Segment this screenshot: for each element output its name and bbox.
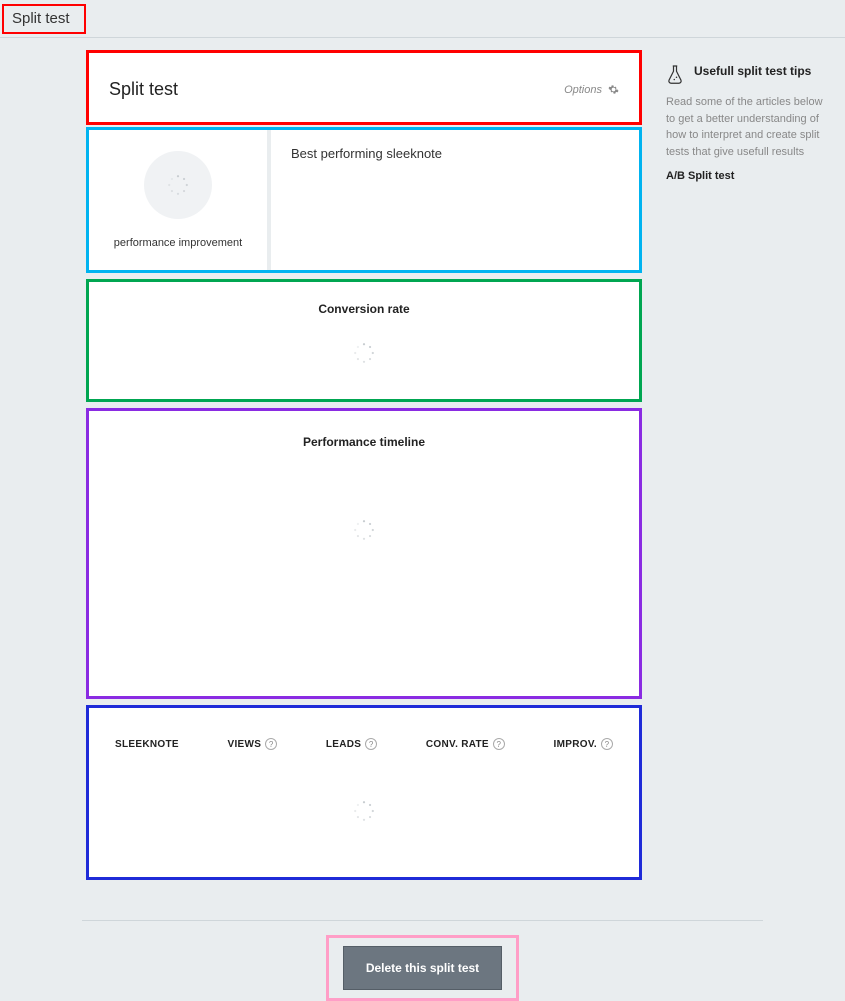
tips-body: Read some of the articles below to get a… [666, 94, 826, 160]
options-button[interactable]: Options [564, 84, 619, 96]
divider [82, 920, 763, 921]
content-column: Split test Options performance improveme… [86, 50, 642, 880]
help-icon[interactable]: ? [493, 738, 505, 750]
loading-spinner-icon [89, 342, 639, 369]
help-icon[interactable]: ? [265, 738, 277, 750]
help-icon[interactable]: ? [601, 738, 613, 750]
conversion-title: Conversion rate [89, 302, 639, 316]
kpi-card: performance improvement Best performing … [86, 127, 642, 273]
gear-icon [608, 84, 619, 95]
help-icon[interactable]: ? [365, 738, 377, 750]
tips-panel: Usefull split test tips Read some of the… [666, 50, 826, 880]
kpi-right-title: Best performing sleeknote [291, 146, 619, 161]
table-col-convrate: CONV. RATE? [426, 738, 505, 750]
loading-spinner-icon [105, 800, 623, 827]
header-card: Split test Options [86, 50, 642, 125]
table-col-views: VIEWS? [227, 738, 277, 750]
table-col-leads: LEADS? [326, 738, 377, 750]
table-header-row: SLEEKNOTE VIEWS? LEADS? CONV. RATE? IMPR… [105, 738, 623, 774]
kpi-left: performance improvement [89, 130, 271, 270]
kpi-right: Best performing sleeknote [271, 130, 639, 270]
main: Split test Options performance improveme… [0, 38, 845, 900]
table-card: SLEEKNOTE VIEWS? LEADS? CONV. RATE? IMPR… [86, 705, 642, 880]
loading-spinner-icon [144, 151, 212, 219]
delete-highlight: Delete this split test [326, 935, 519, 1001]
topbar-title-highlight: Split test [2, 4, 86, 34]
tips-heading: Usefull split test tips [694, 64, 811, 78]
table-col-improv: IMPROV.? [554, 738, 613, 750]
delete-button[interactable]: Delete this split test [343, 946, 502, 990]
topbar: Split test [0, 0, 845, 38]
timeline-card: Performance timeline [86, 408, 642, 699]
flask-icon [666, 64, 684, 86]
timeline-title: Performance timeline [89, 435, 639, 449]
tips-link[interactable]: A/B Split test [666, 170, 826, 182]
options-label: Options [564, 84, 602, 96]
loading-spinner-icon [89, 519, 639, 546]
kpi-left-label: performance improvement [114, 237, 242, 249]
card-title: Split test [109, 79, 178, 100]
delete-section: Delete this split test [0, 935, 845, 1001]
conversion-card: Conversion rate [86, 279, 642, 402]
table-col-sleeknote: SLEEKNOTE [115, 738, 179, 750]
page-title: Split test [12, 10, 70, 27]
